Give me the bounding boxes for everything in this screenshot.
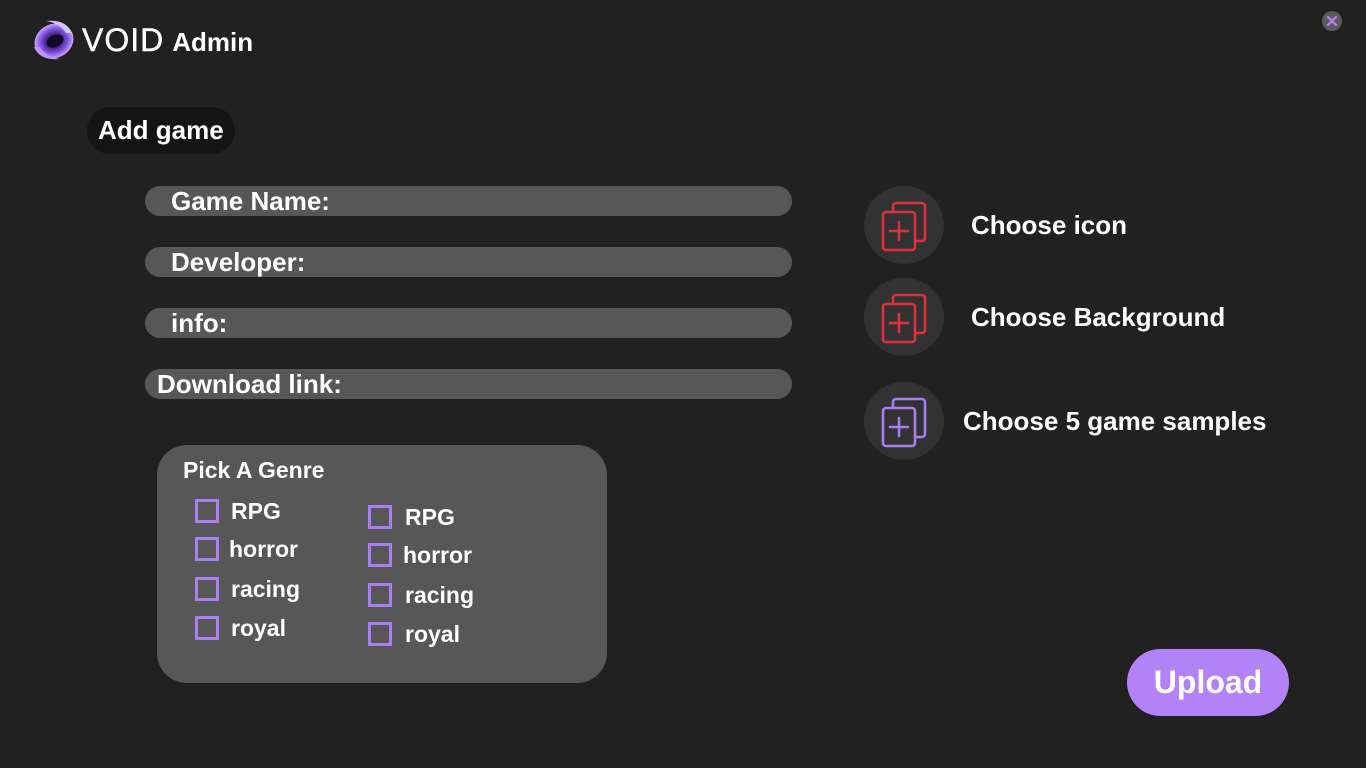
choose-icon-circle (864, 186, 944, 264)
close-button[interactable] (1322, 11, 1342, 31)
info-label: info: (171, 308, 228, 338)
genre-option-rpg[interactable]: RPG (195, 499, 281, 523)
choose-samples-button[interactable]: Choose 5 game samples (864, 382, 1266, 460)
genre-checkbox[interactable] (195, 577, 219, 601)
genre-option-royal-2[interactable]: royal (368, 622, 460, 646)
choose-samples-circle (864, 382, 944, 460)
void-logo-icon (34, 20, 74, 60)
game-name-input[interactable] (329, 189, 792, 213)
genre-label: royal (231, 614, 286, 641)
choose-background-button[interactable]: Choose Background (864, 278, 1225, 356)
choose-samples-label: Choose 5 game samples (963, 405, 1267, 436)
choose-background-label: Choose Background (971, 301, 1226, 332)
genre-checkbox[interactable] (195, 537, 219, 561)
genre-label: racing (231, 575, 301, 602)
genre-option-horror[interactable]: horror (195, 537, 298, 561)
genre-checkbox[interactable] (368, 622, 392, 646)
genre-label: racing (405, 581, 475, 608)
genre-option-rpg-2[interactable]: RPG (368, 505, 455, 529)
app-logo: VOID Admin (30, 16, 253, 64)
info-field[interactable]: info: (145, 308, 792, 338)
download-link-input[interactable] (341, 372, 792, 396)
section-title: Add game (87, 107, 235, 154)
page-title: Admin (172, 27, 254, 57)
choose-background-circle (864, 278, 944, 356)
upload-button[interactable]: Upload (1127, 649, 1289, 716)
game-name-field[interactable]: Game Name: (145, 186, 792, 216)
genre-option-royal[interactable]: royal (195, 616, 286, 640)
genre-checkbox[interactable] (368, 583, 392, 607)
genre-panel: Pick A Genre RPG horror racing royal RPG… (157, 445, 607, 683)
genre-label: horror (403, 541, 472, 568)
developer-input[interactable] (305, 250, 792, 274)
developer-label: Developer: (171, 247, 306, 277)
add-file-icon (881, 293, 927, 344)
close-icon (1326, 15, 1338, 27)
game-name-label: Game Name: (171, 186, 330, 216)
genre-checkbox[interactable] (195, 616, 219, 640)
genre-checkbox[interactable] (368, 505, 392, 529)
logo-wordmark: VOID (82, 22, 165, 58)
genre-option-racing-2[interactable]: racing (368, 583, 474, 607)
genre-checkbox[interactable] (195, 499, 219, 523)
choose-icon-button[interactable]: Choose icon (864, 186, 1127, 264)
genre-checkbox[interactable] (368, 543, 392, 567)
genre-label: RPG (405, 503, 455, 530)
genre-option-racing[interactable]: racing (195, 577, 300, 601)
genre-label: horror (229, 535, 298, 562)
info-input[interactable] (227, 311, 792, 335)
genre-option-horror-2[interactable]: horror (368, 543, 472, 567)
choose-icon-label: Choose icon (971, 209, 1128, 240)
genre-label: royal (405, 620, 460, 647)
admin-page: VOID Admin Add game Game Name: Developer… (0, 0, 1366, 768)
download-link-label: Download link: (157, 369, 342, 399)
genre-panel-title: Pick A Genre (183, 457, 325, 483)
add-file-icon (881, 397, 927, 448)
download-link-field[interactable]: Download link: (145, 369, 792, 399)
add-file-icon (881, 201, 927, 252)
genre-label: RPG (231, 497, 281, 524)
developer-field[interactable]: Developer: (145, 247, 792, 277)
